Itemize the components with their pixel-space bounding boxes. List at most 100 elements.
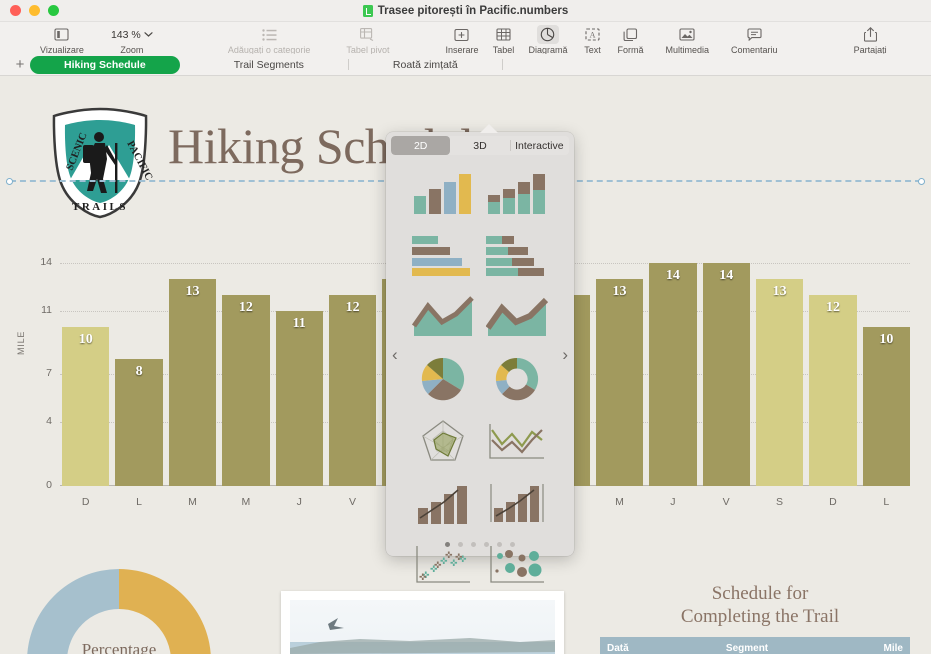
tab-2d[interactable]: 2D: [391, 136, 450, 155]
column-header-segment[interactable]: Segment: [719, 637, 871, 654]
chart-dimension-segmented-control[interactable]: 2D 3D Interactive: [391, 136, 569, 155]
toolbar-table-button[interactable]: Tabel: [492, 25, 514, 55]
chart-type-bar-chart[interactable]: [406, 224, 480, 286]
chart-x-label: S: [756, 496, 803, 508]
coastline-photo-frame[interactable]: [281, 591, 564, 654]
chart-bar[interactable]: 12: [329, 295, 376, 486]
chart-bar-value: 14: [649, 268, 696, 284]
chart-bar[interactable]: 8: [115, 359, 162, 486]
toolbar-shape-button[interactable]: Formă: [618, 25, 644, 55]
chart-type-popover[interactable]: 2D 3D Interactive ‹ ›: [386, 132, 574, 556]
pivot-table-icon: [357, 25, 379, 44]
main-toolbar: Vizualizare 143 % Zoom Adăugați o catego…: [0, 22, 931, 54]
category-list-icon: [258, 25, 280, 44]
sheet-tab-roata-zimtata[interactable]: Roată zimțată: [375, 56, 476, 74]
tab-3d[interactable]: 3D: [450, 136, 509, 155]
toolbar-pivot-table-button[interactable]: Tabel pivot: [346, 25, 389, 55]
chart-type-stacked-column-chart[interactable]: [480, 162, 554, 224]
column-header-miles[interactable]: Mile: [871, 637, 910, 654]
chart-type-stacked-area-chart[interactable]: [480, 286, 554, 348]
chart-icon: [537, 25, 559, 44]
scenic-pacific-trails-logo[interactable]: SCENIC PACIFIC TRAILS: [47, 107, 153, 219]
toolbar-view-button[interactable]: Vizualizare: [40, 25, 84, 55]
chart-x-label: V: [329, 496, 376, 508]
sheet-tab-bar: + Hiking Schedule Trail Segments Roată z…: [0, 54, 931, 76]
toolbar-add-category-button[interactable]: Adăugați o categorie: [228, 25, 311, 55]
selection-handle-left[interactable]: [6, 178, 13, 185]
chart-bar-value: 13: [169, 284, 216, 300]
chart-type-area-chart[interactable]: [406, 286, 480, 348]
schedule-block[interactable]: Schedule for Completing the Trail Dată S…: [600, 582, 931, 654]
sheet-tab-trail-segments[interactable]: Trail Segments: [216, 56, 322, 74]
column-header-date[interactable]: Dată: [600, 637, 719, 654]
chart-bar[interactable]: 13: [596, 279, 643, 486]
chart-y-tick: 11: [24, 304, 52, 316]
chart-x-label: V: [703, 496, 750, 508]
sheet-canvas[interactable]: SCENIC PACIFIC TRAILS Hiking Schedule MI…: [0, 77, 931, 654]
text-box-icon: A: [582, 25, 604, 44]
chart-type-column-line-chart[interactable]: [406, 472, 480, 534]
toolbar-comment-button[interactable]: Comentariu: [731, 25, 778, 55]
chart-bar[interactable]: 12: [222, 295, 269, 486]
chart-type-donut-chart[interactable]: [480, 348, 554, 410]
chart-bar[interactable]: 13: [169, 279, 216, 486]
chart-type-column-line-two-axis-chart[interactable]: [480, 472, 554, 534]
chart-y-tick: 7: [24, 367, 52, 379]
toolbar-media-button[interactable]: Multimedia: [666, 25, 710, 55]
percentage-of-trail-donut-chart[interactable]: Percentage of Trail: [5, 547, 233, 654]
popover-arrow: [480, 124, 498, 133]
popover-prev-button[interactable]: ‹: [392, 346, 398, 363]
tab-divider: [348, 59, 349, 70]
schedule-table[interactable]: Dată Segment Mile 5–20 iulie 2015Califor…: [600, 637, 910, 654]
media-image-icon: [676, 25, 698, 44]
add-sheet-button[interactable]: +: [10, 57, 30, 72]
chart-bar-value: 10: [863, 332, 910, 348]
document-title: Trasee pitorești în Pacific.numbers: [378, 5, 568, 17]
chart-x-label: D: [62, 496, 109, 508]
toolbar-share-button[interactable]: Partajați: [854, 25, 887, 55]
popover-page-dot[interactable]: [458, 542, 463, 547]
chart-y-tick: 4: [24, 415, 52, 427]
chart-x-label: L: [863, 496, 910, 508]
chart-bar[interactable]: 10: [62, 327, 109, 486]
chart-bar[interactable]: 14: [703, 263, 750, 486]
chart-bar[interactable]: 13: [756, 279, 803, 486]
chart-type-line-chart[interactable]: [480, 410, 554, 472]
share-icon: [859, 25, 881, 44]
table-icon: [492, 25, 514, 44]
chart-type-pie-chart[interactable]: [406, 348, 480, 410]
sheet-tab-hiking-schedule[interactable]: Hiking Schedule: [30, 56, 180, 74]
popover-page-dot[interactable]: [497, 542, 502, 547]
chart-type-radar-chart[interactable]: [406, 410, 480, 472]
chart-bar[interactable]: 11: [276, 311, 323, 486]
popover-page-dots[interactable]: [386, 542, 574, 547]
numbers-document-icon: [363, 5, 373, 17]
toolbar-text-button[interactable]: A Text: [582, 25, 604, 55]
chart-type-column-chart[interactable]: [406, 162, 480, 224]
toolbar-insert-button[interactable]: Inserare: [445, 25, 478, 55]
popover-page-dot[interactable]: [445, 542, 450, 547]
toolbar-chart-button[interactable]: Diagramă: [528, 25, 567, 55]
popover-page-dot[interactable]: [510, 542, 515, 547]
popover-page-dot[interactable]: [471, 542, 476, 547]
tab-interactive[interactable]: Interactive: [510, 136, 569, 155]
chart-x-label: M: [596, 496, 643, 508]
chart-y-tick: 14: [24, 256, 52, 268]
table-header-row: Dată Segment Mile: [600, 637, 910, 654]
chart-bar[interactable]: 14: [649, 263, 696, 486]
chart-type-stacked-bar-chart[interactable]: [480, 224, 554, 286]
donut-center-label: Percentage of Trail: [5, 639, 233, 654]
svg-text:✜: ✜: [419, 572, 427, 582]
chart-bar[interactable]: 12: [809, 295, 856, 486]
popover-page-dot[interactable]: [484, 542, 489, 547]
chart-bar-value: 10: [62, 332, 109, 348]
chart-bar-value: 12: [222, 300, 269, 316]
chart-type-grid: ✜✜✜✜✜✜✜✜✜: [406, 162, 554, 528]
zoom-dropdown-icon[interactable]: 143 %: [106, 25, 158, 44]
popover-next-button[interactable]: ›: [562, 346, 568, 363]
toolbar-zoom-control[interactable]: 143 % Zoom: [106, 25, 158, 55]
selection-handle-right[interactable]: [918, 178, 925, 185]
chart-bar[interactable]: 10: [863, 327, 910, 486]
schedule-title: Schedule for Completing the Trail: [600, 582, 920, 628]
hikers-watching-coastline-photo: [290, 600, 555, 654]
